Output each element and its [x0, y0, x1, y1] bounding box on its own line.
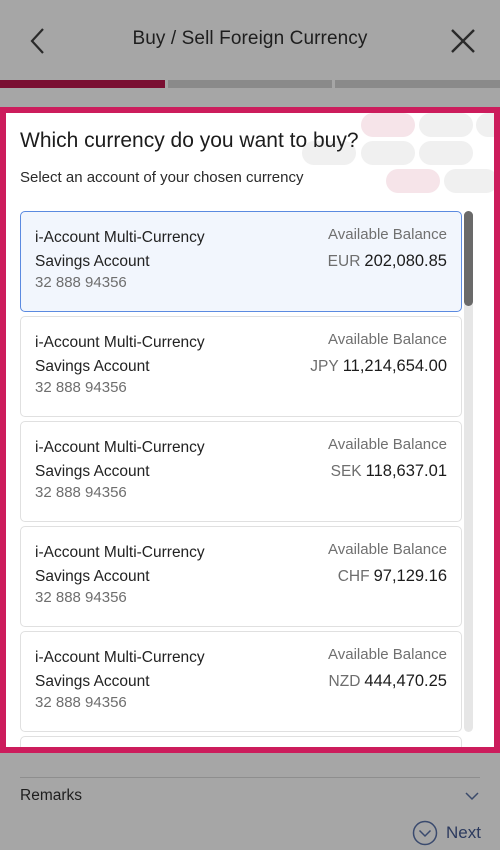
progress-step-2 [167, 80, 333, 88]
panel-content: Which currency do you want to buy? Selec… [6, 113, 494, 747]
decorative-pill [444, 169, 494, 193]
balance: JPY 11,214,654.00 [310, 357, 447, 376]
balance-label: Available Balance [328, 226, 447, 243]
decorative-pill [419, 141, 473, 165]
currency-selection-panel: Which currency do you want to buy? Selec… [0, 107, 500, 753]
account-number: 32 888 94356 [35, 274, 127, 291]
step-progress-bar [0, 80, 500, 88]
currency-code: JPY [310, 358, 339, 375]
next-button[interactable]: Next [412, 820, 481, 846]
remarks-label: Remarks [20, 787, 83, 804]
currency-code: NZD [328, 673, 361, 690]
chevron-down-icon [465, 792, 479, 801]
close-button[interactable] [446, 24, 480, 58]
decorative-pill [476, 113, 494, 137]
instruction-text: Select an account of your chosen currenc… [20, 169, 304, 186]
next-label: Next [446, 823, 481, 842]
scrollbar-thumb[interactable] [464, 211, 473, 306]
account-number: 32 888 94356 [35, 484, 127, 501]
account-card[interactable]: i-Account Multi-Currency Savings Account… [20, 631, 462, 732]
close-icon [451, 29, 475, 53]
balance-label: Available Balance [328, 541, 447, 558]
balance-label: Available Balance [328, 331, 447, 348]
decorative-pill [361, 141, 415, 165]
account-name: i-Account Multi-Currency Savings Account [35, 439, 205, 480]
progress-step-3 [335, 80, 500, 88]
account-name: i-Account Multi-Currency Savings Account [35, 649, 205, 690]
list-scrollbar[interactable] [464, 211, 473, 732]
balance: CHF 97,129.16 [338, 567, 447, 586]
header: Buy / Sell Foreign Currency [0, 0, 500, 80]
account-card[interactable]: i-Account Multi-Currency Savings Account… [20, 526, 462, 627]
balance: EUR 202,080.85 [328, 252, 447, 271]
balance-amount: 444,470.25 [364, 672, 447, 690]
balance-amount: 11,214,654.00 [342, 357, 447, 375]
balance-amount: 97,129.16 [373, 567, 447, 585]
currency-code: SEK [330, 463, 362, 480]
account-number: 32 888 94356 [35, 694, 127, 711]
remarks-accordion[interactable]: Remarks [20, 777, 480, 818]
account-card[interactable]: i-Account Multi-Currency Savings Account… [20, 316, 462, 417]
account-number: 32 888 94356 [35, 379, 127, 396]
balance: SEK 118,637.01 [331, 462, 447, 481]
progress-step-1 [0, 80, 165, 88]
currency-code: EUR [327, 253, 361, 270]
account-card-partial[interactable] [20, 736, 462, 747]
account-name: i-Account Multi-Currency Savings Account [35, 544, 205, 585]
decorative-pill [386, 169, 440, 193]
balance-amount: 202,080.85 [364, 252, 447, 270]
chevron-down-circle-icon [412, 820, 438, 846]
balance: NZD 444,470.25 [329, 672, 447, 691]
balance-label: Available Balance [328, 436, 447, 453]
balance-amount: 118,637.01 [365, 462, 447, 480]
account-number: 32 888 94356 [35, 589, 127, 606]
account-name: i-Account Multi-Currency Savings Account [35, 334, 205, 375]
account-list: i-Account Multi-Currency Savings Account… [20, 211, 462, 747]
account-card[interactable]: i-Account Multi-Currency Savings Account… [20, 421, 462, 522]
decorative-pill [361, 113, 415, 137]
question-heading: Which currency do you want to buy? [20, 129, 359, 152]
page-title: Buy / Sell Foreign Currency [132, 28, 368, 49]
balance-label: Available Balance [328, 646, 447, 663]
currency-code: CHF [337, 568, 370, 585]
decorative-pill [419, 113, 473, 137]
account-name: i-Account Multi-Currency Savings Account [35, 229, 205, 270]
account-card[interactable]: i-Account Multi-Currency Savings Account… [20, 211, 462, 312]
